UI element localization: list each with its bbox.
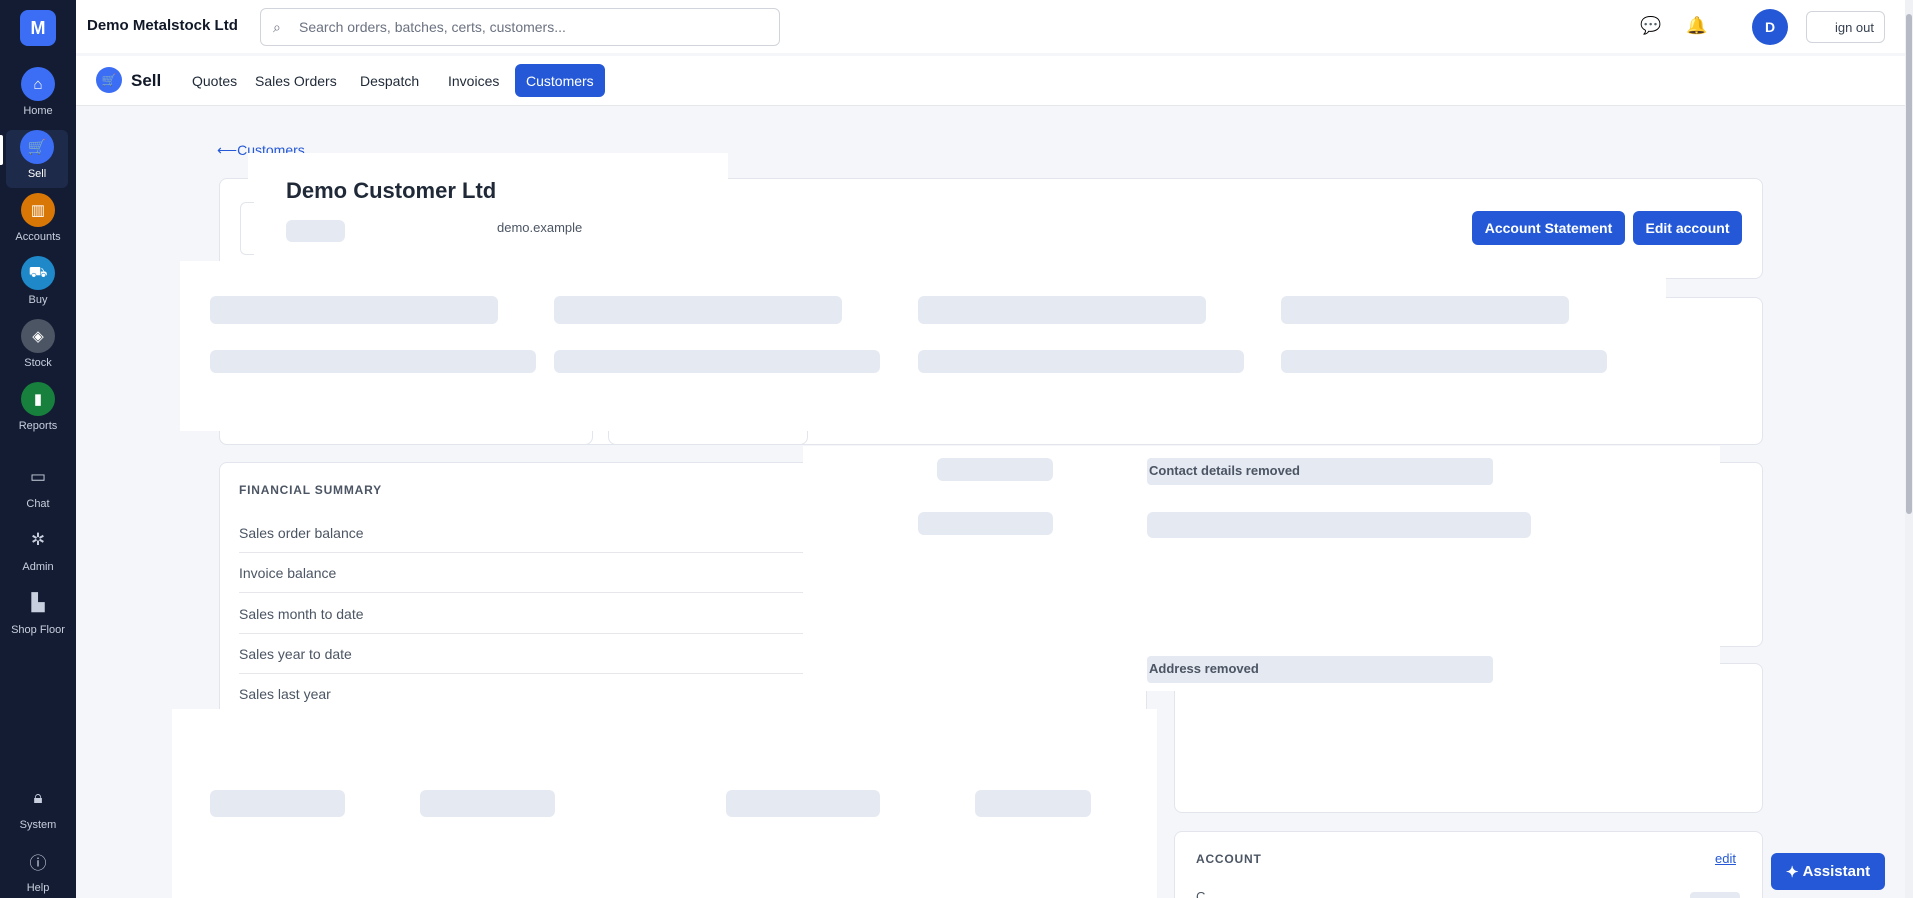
account-field-label: C.. [1196,889,1213,898]
chat-icon: ▭ [29,467,47,486]
cart-icon: 🛒 [20,130,54,164]
rail-item-label: Reports [18,420,58,432]
user-avatar[interactable]: D [1752,9,1788,45]
rail-item-label: System [19,819,57,831]
skeleton-bar [918,296,1206,324]
assistant-button[interactable]: ✦ Assistant [1771,853,1885,890]
arrow-left-icon: ⟵ [217,142,238,158]
edit-account-button[interactable]: Edit account [1633,211,1742,245]
skeleton-bar [975,790,1091,817]
rail-item-sell[interactable]: 🛒 Sell [6,130,68,188]
bar-chart-icon: ▮ [21,382,55,416]
rail-item-accounts[interactable]: ▥ Accounts [0,193,76,251]
module-title: Sell [131,71,162,90]
skeleton-bar [1281,296,1569,324]
search-icon: ⌕ [273,18,281,35]
tab-despatch[interactable]: Despatch [349,64,430,97]
customer-name: Demo Customer Ltd [286,178,497,203]
tab-customers[interactable]: Customers [515,64,605,97]
sparkle-icon: ✦ [1785,863,1799,881]
tab-quotes[interactable]: Quotes [181,64,248,97]
layers-icon: ◈ [21,319,55,353]
gear-icon: ✲ [30,530,46,549]
rail-item-label: Chat [26,498,50,510]
rail-item-label: Buy [28,294,48,306]
rail-item-home[interactable]: ⌂ Home [0,67,76,125]
fin-row-label: Sales order balance [239,525,364,541]
company-name: Demo Metalstock Ltd [87,17,238,34]
rail-item-chat[interactable]: ▭ Chat [0,460,76,518]
fin-row-label: Invoice balance [239,565,337,581]
rail-item-reports[interactable]: ▮ Reports [0,382,76,440]
customer-domain: demo.example [497,220,583,235]
tab-sales-orders[interactable]: Sales Orders [244,64,348,97]
cart-icon: 🛒 [96,67,122,93]
loading-overlay [803,446,1053,712]
messages-icon[interactable]: 💬 [1640,16,1661,36]
account-title: ACCOUNT [1196,852,1262,866]
status-badge-skeleton [286,220,345,242]
stats-loading-overlay [180,261,1666,431]
bell-icon[interactable]: 🔔 [1686,16,1707,36]
fin-row-label: Sales last year [239,686,331,702]
fin-row-label: Sales month to date [239,606,364,622]
scrollbar-thumb[interactable] [1906,14,1912,514]
financial-summary-title: FINANCIAL SUMMARY [239,483,382,497]
rail-item-label: Accounts [15,231,61,243]
factory-icon: ▙ [31,593,45,612]
skeleton-bar [918,512,1053,535]
account-edit-link[interactable]: edit [1715,851,1736,866]
home-icon: ⌂ [21,67,55,101]
loading-overlay [248,153,728,263]
account-code-badge [1690,892,1740,898]
bank-icon: ▥ [21,193,55,227]
skeleton-bar [210,296,498,324]
assistant-label: Assistant [1802,863,1871,880]
tab-invoices[interactable]: Invoices [437,64,510,97]
account-statement-button[interactable]: Account Statement [1472,211,1625,245]
rail-item-label: Help [26,882,50,894]
rail-item-system[interactable]: 🔒︎ System [0,781,76,839]
fin-row-label: Sales year to date [239,646,352,662]
lock-icon: 🔒︎ [33,788,43,807]
skeleton-bar [937,458,1053,481]
rail-item-admin[interactable]: ✲ Admin [0,523,76,581]
rail-item-label: Home [23,105,53,117]
active-indicator [0,135,3,165]
contact-details-placeholder: Contact details removed [1147,458,1493,485]
rail-item-stock[interactable]: ◈ Stock [0,319,76,377]
global-search[interactable]: ⌕ [260,8,780,46]
rail-item-buy[interactable]: ⛟ Buy [0,256,76,314]
skeleton-bar [210,350,536,373]
address-placeholder: Address removed [1147,656,1493,683]
brand-logo[interactable]: M [20,10,56,46]
rail-item-help[interactable]: ⓘ Help [0,844,76,898]
skeleton-bar [210,790,345,817]
left-rail: M ⌂ Home 🛒 Sell ▥ Accounts ⛟ Buy ◈ Stock… [0,0,76,898]
rail-item-label: Shop Floor [11,624,65,636]
skeleton-bar [726,790,880,817]
skeleton-bar [554,296,842,324]
module-subnav: 🛒 Sell Quotes Sales Orders Despatch Invo… [76,56,1913,106]
rail-item-label: Stock [24,357,52,369]
skeleton-bar [918,350,1244,373]
account-card [1174,831,1763,898]
truck-icon: ⛟ [21,256,55,290]
skeleton-bar [420,790,555,817]
avatar-placeholder [240,202,254,255]
skeleton-bar [1147,512,1531,538]
search-input[interactable] [299,19,769,35]
help-icon: ⓘ [29,853,47,873]
sign-out-button[interactable]: ign out [1806,11,1885,43]
skeleton-bar [554,350,880,373]
rail-item-shop-floor[interactable]: ▙ Shop Floor [0,586,76,644]
rail-item-label: Admin [22,561,54,573]
page-scrollbar[interactable] [1905,0,1913,898]
skeleton-bar [1281,350,1607,373]
rail-item-label: Sell [27,168,47,180]
